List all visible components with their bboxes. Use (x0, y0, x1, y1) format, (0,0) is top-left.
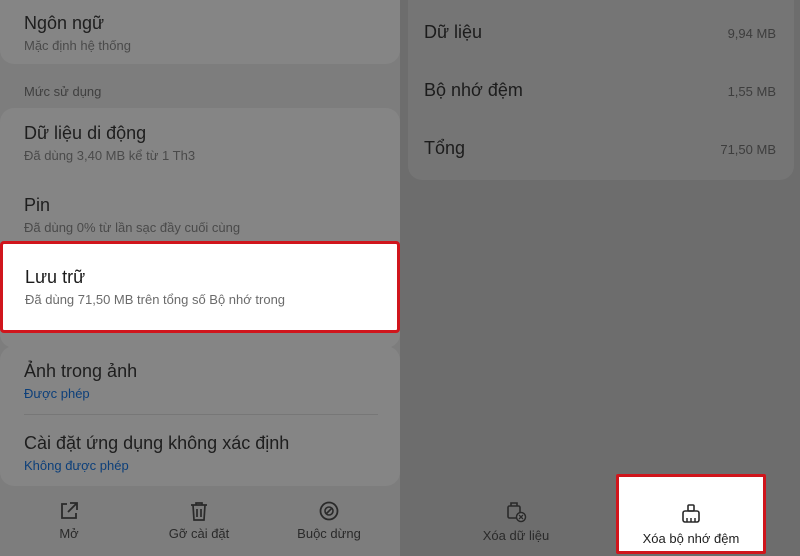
storage-item[interactable]: Lưu trữ Đã dùng 71,50 MB trên tổng số Bộ… (0, 241, 400, 333)
broom-icon (682, 504, 700, 523)
pip-item[interactable]: Ảnh trong ảnh Được phép (24, 360, 380, 402)
open-label: Mở (59, 526, 79, 541)
unknown-apps-subtitle: Không được phép (24, 458, 129, 473)
storage-summary-card: Dữ liệu 9,94 MB Bộ nhớ đệm 1,55 MB Tổng … (408, 0, 794, 180)
total-size-value: 71,50 MB (720, 142, 776, 157)
unknown-apps-item[interactable]: Cài đặt ứng dụng không xác định Không đư… (24, 432, 380, 474)
battery-title: Pin (24, 195, 51, 215)
divider (24, 414, 378, 415)
force-stop-label: Buộc dừng (297, 526, 361, 541)
cache-size-label: Bộ nhớ đệm (424, 80, 523, 100)
clear-data-button[interactable]: Xóa dữ liệu (462, 492, 570, 543)
storage-title: Lưu trữ (25, 267, 86, 287)
language-item[interactable]: Ngôn ngữ Mặc định hệ thống (24, 12, 380, 54)
pip-subtitle: Được phép (24, 386, 90, 401)
force-stop-button[interactable]: Buộc dừng (279, 492, 379, 541)
total-size-label: Tổng (424, 138, 466, 158)
usage-section-label: Mức sử dụng (24, 84, 102, 99)
total-size-row: Tổng 71,50 MB (424, 138, 776, 168)
uninstall-label: Gỡ cài đặt (168, 526, 230, 541)
battery-item[interactable]: Pin Đã dùng 0% từ lần sạc đầy cuối cùng (24, 194, 380, 236)
left-action-bar: Mở Gỡ cài đặt Buộc dừng (0, 492, 400, 556)
clear-data-label: Xóa dữ liệu (482, 528, 550, 543)
storage-subtitle: Đã dùng 71,50 MB trên tổng số Bộ nhớ tro… (25, 292, 286, 307)
app-info-panel: Ngôn ngữ Mặc định hệ thống Mức sử dụng D… (0, 0, 400, 556)
cache-size-row: Bộ nhớ đệm 1,55 MB (424, 80, 776, 110)
block-icon (319, 501, 339, 521)
language-title: Ngôn ngữ (24, 13, 105, 33)
trash-icon (191, 502, 207, 521)
language-card: Ngôn ngữ Mặc định hệ thống (0, 0, 400, 64)
clear-cache-button[interactable]: Xóa bộ nhớ đệm (616, 474, 766, 554)
data-size-value: 9,94 MB (727, 26, 776, 41)
mobile-data-title: Dữ liệu di động (24, 123, 147, 143)
open-external-icon (61, 502, 78, 519)
uninstall-button[interactable]: Gỡ cài đặt (149, 492, 249, 541)
battery-subtitle: Đã dùng 0% từ lần sạc đầy cuối cùng (24, 220, 241, 235)
mobile-data-item[interactable]: Dữ liệu di động Đã dùng 3,40 MB kể từ 1 … (24, 122, 380, 164)
open-button[interactable]: Mở (19, 492, 119, 541)
cache-size-value: 1,55 MB (727, 84, 776, 99)
unknown-apps-title: Cài đặt ứng dụng không xác định (24, 433, 290, 453)
clear-data-icon (507, 502, 527, 523)
storage-detail-panel: Dữ liệu 9,94 MB Bộ nhớ đệm 1,55 MB Tổng … (400, 0, 800, 556)
language-subtitle: Mặc định hệ thống (24, 38, 131, 53)
pip-title: Ảnh trong ảnh (24, 361, 138, 381)
mobile-data-subtitle: Đã dùng 3,40 MB kể từ 1 Th3 (24, 148, 196, 163)
advanced-card: Ảnh trong ảnh Được phép Cài đặt ứng dụng… (0, 346, 400, 486)
clear-cache-label: Xóa bộ nhớ đệm (642, 531, 740, 546)
data-size-label: Dữ liệu (424, 22, 483, 42)
data-size-row: Dữ liệu 9,94 MB (424, 22, 776, 52)
